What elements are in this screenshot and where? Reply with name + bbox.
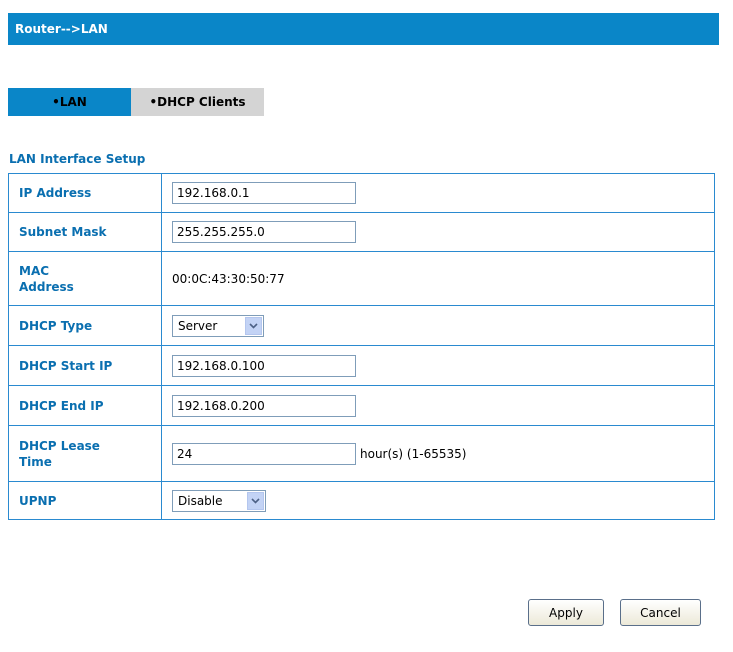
dhcp-type-selected: Server — [178, 318, 218, 333]
dhcp-type-select[interactable]: Server — [172, 314, 264, 337]
mac-address-row: MAC Address 00:0C:43:30:50:77 — [9, 251, 714, 305]
subnet-mask-row: Subnet Mask — [9, 212, 714, 251]
upnp-selected: Disable — [178, 493, 223, 508]
dhcp-end-ip-row: DHCP End IP — [9, 385, 714, 425]
dhcp-lease-time-input[interactable] — [172, 442, 356, 465]
mac-address-value: 00:0C:43:30:50:77 — [172, 271, 285, 286]
dhcp-start-ip-row: DHCP Start IP — [9, 345, 714, 385]
chevron-down-icon[interactable] — [245, 316, 262, 335]
dhcp-start-ip-label: DHCP Start IP — [9, 346, 162, 385]
page-title: Router-->LAN — [15, 22, 108, 36]
dhcp-start-ip-input[interactable] — [172, 354, 356, 377]
dhcp-type-row: DHCP Type Server — [9, 305, 714, 345]
upnp-row: UPNP Disable — [9, 481, 714, 519]
ip-address-label: IP Address — [9, 174, 162, 212]
ip-address-row: IP Address — [9, 174, 714, 212]
subnet-mask-label: Subnet Mask — [9, 213, 162, 251]
dhcp-lease-time-label: DHCP Lease Time — [9, 426, 162, 481]
apply-button[interactable]: Apply — [528, 599, 604, 626]
mac-address-label: MAC Address — [9, 252, 162, 305]
tab-bar: •LAN •DHCP Clients — [8, 88, 264, 116]
tab-dhcp-clients[interactable]: •DHCP Clients — [131, 88, 264, 116]
lan-settings-table: IP Address Subnet Mask MAC Address 00:0C… — [8, 173, 715, 520]
dhcp-type-label: DHCP Type — [9, 306, 162, 345]
subnet-mask-input[interactable] — [172, 221, 356, 243]
upnp-select[interactable]: Disable — [172, 489, 266, 512]
upnp-label: UPNP — [9, 482, 162, 519]
tab-lan[interactable]: •LAN — [8, 88, 131, 116]
page-header: Router-->LAN — [8, 13, 719, 45]
chevron-down-icon[interactable] — [247, 491, 264, 510]
dhcp-end-ip-label: DHCP End IP — [9, 386, 162, 425]
section-title: LAN Interface Setup — [9, 152, 146, 166]
lease-time-unit: hour(s) (1-65535) — [360, 446, 467, 461]
cancel-button[interactable]: Cancel — [620, 599, 701, 626]
ip-address-input[interactable] — [172, 182, 356, 204]
dhcp-end-ip-input[interactable] — [172, 394, 356, 417]
dhcp-lease-time-row: DHCP Lease Time hour(s) (1-65535) — [9, 425, 714, 481]
